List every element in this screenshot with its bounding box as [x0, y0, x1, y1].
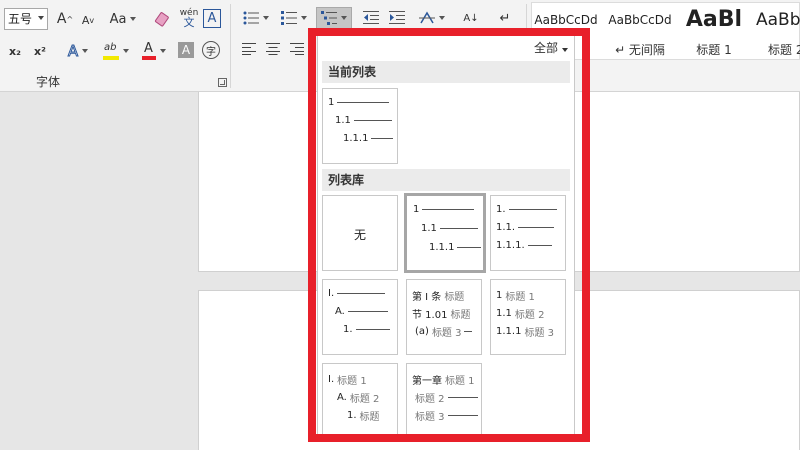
return-arrow-icon: ↵: [499, 10, 511, 26]
text-direction-button[interactable]: [416, 8, 448, 28]
font-group-label: 字体: [36, 75, 61, 89]
char-shading-button[interactable]: A: [178, 42, 194, 58]
style-heading-1[interactable]: AaBl 标题 1: [682, 3, 746, 61]
shrink-font-icon: A: [81, 13, 90, 27]
style-sample: AaBb: [756, 10, 800, 30]
change-case-button[interactable]: Aa: [108, 9, 138, 29]
text-direction-icon: [419, 11, 435, 24]
show-formatting-button[interactable]: ↵: [494, 8, 516, 28]
style-no-spacing[interactable]: AaBbCcDd ↵ 无间隔: [604, 3, 676, 61]
grow-font-icon: A: [56, 11, 67, 27]
multilevel-list-icon: [321, 11, 337, 25]
chevron-down-icon: [38, 16, 44, 20]
multilevel-list-button[interactable]: [316, 7, 352, 29]
char-border-icon: A: [207, 11, 217, 26]
bullet-list-icon: [243, 11, 259, 25]
highlighter-icon: ab: [103, 42, 119, 60]
enclose-characters-button[interactable]: 字: [202, 41, 220, 59]
align-left-button[interactable]: [240, 40, 258, 58]
subscript-icon: x₂: [9, 44, 21, 58]
enclose-icon: 字: [206, 46, 216, 58]
align-right-button[interactable]: [288, 40, 306, 58]
superscript-button[interactable]: x²: [31, 42, 49, 60]
style-sample: AaBbCcDd: [608, 13, 672, 27]
style-sample: AaBbCcDd: [534, 13, 598, 27]
subscript-button[interactable]: x₂: [6, 42, 24, 60]
numbering-button[interactable]: [278, 8, 310, 28]
text-effects-icon: A: [67, 42, 79, 61]
sort-button[interactable]: A↓: [460, 8, 482, 28]
bullets-button[interactable]: [240, 8, 272, 28]
sort-icon: A↓: [463, 12, 479, 24]
style-heading-2[interactable]: AaBb 标题 2: [752, 3, 800, 61]
numbered-list-icon: [281, 11, 297, 25]
grow-font-button[interactable]: A ^: [56, 9, 74, 29]
decrease-indent-button[interactable]: [360, 8, 382, 28]
font-size-select[interactable]: 五号: [4, 8, 48, 30]
style-sample: AaBl: [685, 7, 743, 32]
increase-indent-button[interactable]: [386, 8, 408, 28]
style-name: 标题 1: [696, 43, 732, 57]
superscript-icon: x²: [34, 44, 46, 58]
highlight-color-button[interactable]: ab: [100, 40, 132, 62]
style-name: 标题 2: [768, 43, 800, 57]
clear-formatting-button[interactable]: [153, 9, 173, 29]
font-dialog-launcher-icon[interactable]: [218, 78, 227, 87]
align-left-icon: [242, 43, 256, 55]
phonetic-guide-button[interactable]: wén 文: [178, 6, 200, 30]
style-name: ↵ 无间隔: [615, 43, 665, 57]
change-case-icon: Aa: [109, 11, 127, 27]
annotation-highlight-frame: [308, 28, 590, 442]
align-center-icon: [266, 43, 280, 55]
eraser-icon: [154, 12, 169, 27]
increase-indent-icon: [389, 11, 405, 24]
group-divider: [230, 4, 231, 88]
font-color-icon: A: [142, 41, 156, 60]
shrink-font-button[interactable]: Av: [80, 11, 96, 29]
decrease-indent-icon: [363, 11, 379, 24]
align-right-icon: [290, 43, 304, 55]
char-border-button[interactable]: A: [203, 9, 221, 28]
font-size-value: 五号: [8, 12, 33, 26]
text-effects-button[interactable]: A: [62, 41, 94, 61]
align-center-button[interactable]: [264, 40, 282, 58]
char-shading-icon: A: [181, 43, 191, 57]
font-color-button[interactable]: A: [138, 40, 170, 62]
